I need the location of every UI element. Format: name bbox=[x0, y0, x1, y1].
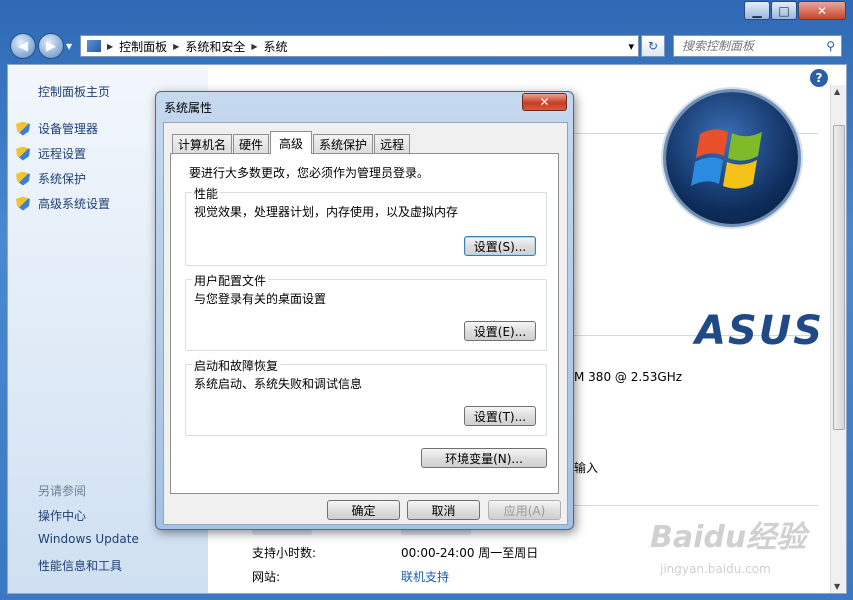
environment-variables-button[interactable]: 环境变量(N)... bbox=[421, 448, 547, 468]
user-profiles-group: 用户配置文件 与您登录有关的桌面设置 设置(E)... bbox=[185, 272, 547, 351]
remote-settings-label: 远程设置 bbox=[38, 147, 87, 161]
tab-computer-name[interactable]: 计算机名 bbox=[172, 134, 233, 154]
user-profiles-title: 用户配置文件 bbox=[192, 272, 269, 289]
tab-hardware[interactable]: 硬件 bbox=[233, 134, 270, 154]
online-support-link[interactable]: 联机支持 bbox=[401, 568, 449, 585]
startup-recovery-settings-button[interactable]: 设置(T)... bbox=[464, 406, 536, 426]
scroll-up-icon[interactable]: ▲ bbox=[834, 87, 840, 96]
forward-arrow-icon: ▶ bbox=[46, 38, 56, 54]
recent-pages-chevron-icon[interactable]: ▼ bbox=[66, 42, 72, 51]
help-icon[interactable]: ? bbox=[810, 69, 828, 87]
performance-settings-button[interactable]: 设置(S)... bbox=[464, 236, 536, 256]
performance-info-link[interactable]: 性能信息和工具 bbox=[38, 557, 122, 574]
watermark-logo: Baidu经验 bbox=[650, 520, 807, 555]
device-manager-link[interactable]: 设备管理器 bbox=[16, 120, 98, 137]
cancel-button[interactable]: 取消 bbox=[407, 500, 480, 520]
tab-strip: 计算机名 硬件 高级 系统保护 远程 bbox=[172, 131, 411, 154]
oem-logo: ASUS bbox=[695, 308, 825, 354]
system-properties-dialog: 系统属性 ✕ 计算机名 硬件 高级 系统保护 远程 要进行大多数更改，您必须作为… bbox=[155, 91, 574, 530]
apply-button[interactable]: 应用(A) bbox=[488, 500, 561, 520]
advanced-system-settings-label: 高级系统设置 bbox=[38, 197, 111, 211]
uac-shield-icon bbox=[16, 171, 30, 186]
scroll-down-icon[interactable]: ▼ bbox=[834, 582, 840, 591]
user-profiles-desc: 与您登录有关的桌面设置 bbox=[194, 292, 327, 306]
user-profiles-settings-button[interactable]: 设置(E)... bbox=[464, 321, 536, 341]
uac-shield-icon bbox=[16, 146, 30, 161]
startup-recovery-title: 启动和故障恢复 bbox=[192, 357, 281, 374]
support-hours-label: 支持小时数: bbox=[252, 546, 317, 560]
control-panel-home-link[interactable]: 控制面板主页 bbox=[38, 83, 110, 100]
device-manager-label: 设备管理器 bbox=[38, 122, 99, 136]
scrollbar-thumb[interactable] bbox=[833, 125, 845, 430]
windows-logo bbox=[666, 92, 798, 224]
startup-recovery-group: 启动和故障恢复 系统启动、系统失败和调试信息 设置(T)... bbox=[185, 357, 547, 436]
windows-flag-icon bbox=[691, 129, 762, 189]
control-panel-icon bbox=[87, 40, 101, 52]
maximize-button[interactable]: □ bbox=[771, 1, 797, 20]
breadcrumb-control-panel[interactable]: 控制面板 bbox=[119, 38, 167, 55]
breadcrumb-system[interactable]: 系统 bbox=[264, 38, 288, 55]
admin-note: 要进行大多数更改，您必须作为管理员登录。 bbox=[189, 166, 430, 180]
startup-recovery-desc: 系统启动、系统失败和调试信息 bbox=[194, 377, 363, 391]
system-protection-link[interactable]: 系统保护 bbox=[16, 170, 86, 187]
system-protection-label: 系统保护 bbox=[38, 172, 87, 186]
breadcrumb-system-security[interactable]: 系统和安全 bbox=[185, 38, 245, 55]
windows-update-link[interactable]: Windows Update bbox=[38, 532, 139, 546]
breadcrumb-separator-icon: ▶ bbox=[173, 41, 180, 51]
see-also-heading: 另请参阅 bbox=[38, 484, 87, 498]
dialog-title: 系统属性 bbox=[164, 101, 213, 115]
ok-button[interactable]: 确定 bbox=[327, 500, 400, 520]
search-icon[interactable]: ⚲ bbox=[826, 39, 835, 53]
tab-system-protection[interactable]: 系统保护 bbox=[313, 134, 374, 154]
tab-advanced[interactable]: 高级 bbox=[270, 131, 313, 154]
performance-title: 性能 bbox=[192, 185, 221, 202]
remote-settings-link[interactable]: 远程设置 bbox=[16, 145, 86, 162]
performance-group: 性能 视觉效果，处理器计划，内存使用，以及虚拟内存 设置(S)... bbox=[185, 185, 547, 266]
back-button[interactable]: ◀ bbox=[10, 33, 36, 59]
advanced-system-settings-link[interactable]: 高级系统设置 bbox=[16, 195, 110, 212]
performance-desc: 视觉效果，处理器计划，内存使用，以及虚拟内存 bbox=[194, 205, 459, 219]
action-center-link[interactable]: 操作中心 bbox=[38, 507, 86, 524]
search-input[interactable] bbox=[682, 39, 817, 53]
dialog-close-button[interactable]: ✕ bbox=[522, 93, 567, 111]
address-dropdown-icon[interactable]: ▾ bbox=[628, 40, 634, 53]
vertical-scrollbar[interactable]: ▲ ▼ bbox=[830, 85, 846, 593]
uac-shield-icon bbox=[16, 121, 30, 136]
minimize-button[interactable]: ▁ bbox=[744, 1, 770, 20]
close-button[interactable]: ✕ bbox=[798, 1, 846, 20]
back-arrow-icon: ◀ bbox=[18, 38, 28, 54]
watermark-url: jingyan.baidu.com bbox=[660, 562, 771, 576]
dialog-body: 计算机名 硬件 高级 系统保护 远程 要进行大多数更改，您必须作为管理员登录。 … bbox=[163, 122, 568, 525]
breadcrumb-separator-icon: ▶ bbox=[251, 41, 258, 51]
refresh-icon: ↻ bbox=[647, 39, 659, 53]
support-hours-value: 00:00-24:00 周一至周日 bbox=[401, 546, 539, 560]
forward-button[interactable]: ▶ bbox=[38, 33, 64, 59]
address-bar[interactable]: ▶ 控制面板 ▶ 系统和安全 ▶ 系统 ▾ bbox=[80, 35, 639, 57]
maximize-icon: □ bbox=[778, 3, 790, 18]
refresh-button[interactable]: ↻ bbox=[641, 35, 665, 57]
search-box[interactable]: ⚲ bbox=[673, 35, 842, 57]
close-icon: ✕ bbox=[816, 3, 828, 18]
breadcrumb-separator-icon: ▶ bbox=[107, 41, 114, 51]
processor-value: M 380 @ 2.53GHz bbox=[574, 370, 683, 384]
advanced-tab-panel: 要进行大多数更改，您必须作为管理员登录。 性能 视觉效果，处理器计划，内存使用，… bbox=[170, 153, 559, 494]
close-icon: ✕ bbox=[539, 95, 550, 109]
uac-shield-icon bbox=[16, 196, 30, 211]
website-label: 网站: bbox=[252, 570, 281, 584]
pen-touch-value: 输入 bbox=[574, 461, 599, 475]
minimize-icon: ▁ bbox=[752, 3, 762, 18]
tab-remote[interactable]: 远程 bbox=[374, 134, 411, 154]
